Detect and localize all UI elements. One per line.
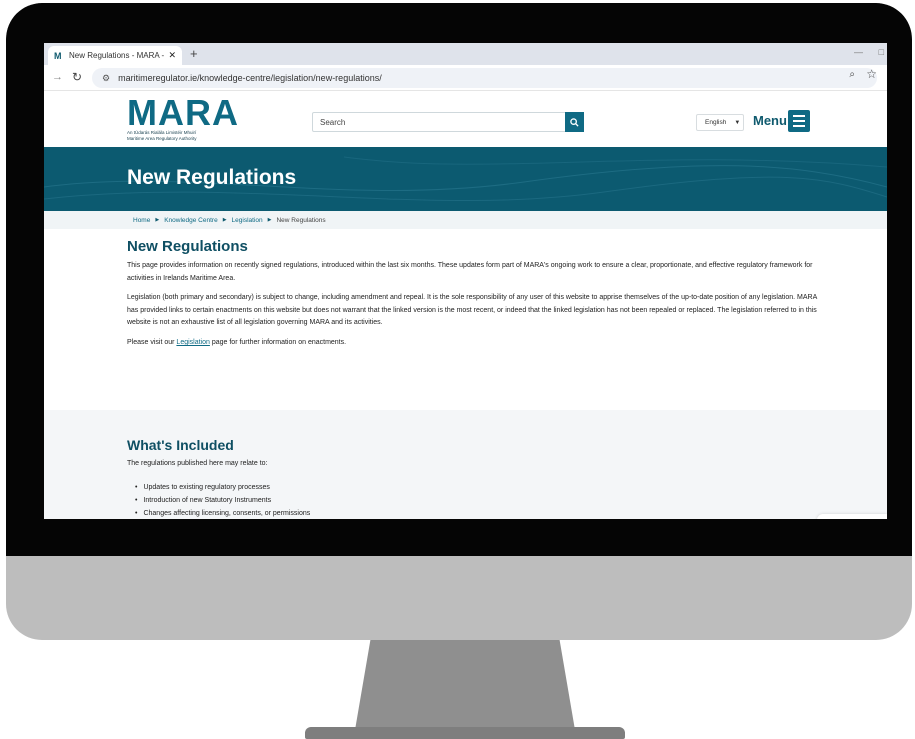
hamburger-icon-bar [793, 115, 805, 117]
search-icon [570, 117, 579, 127]
chevron-right-icon: ▶ [267, 217, 272, 223]
intro-paragraph: This page provides information on recent… [127, 262, 813, 282]
hamburger-icon-bar [793, 125, 805, 127]
logo-wordmark: MARA [127, 92, 239, 133]
mara-logo[interactable]: MARA An tÚdarás Rialála Limistéir Mhuirí… [127, 92, 239, 142]
search-input[interactable] [313, 117, 565, 127]
site-info-icon[interactable]: ⚙ [102, 73, 110, 84]
para3-after: page for further information on enactmen… [209, 338, 347, 346]
url-text: maritimeregulator.ie/knowledge-centre/le… [118, 73, 382, 83]
breadcrumb: Home ▶ Knowledge Centre ▶ Legislation ▶ … [44, 211, 887, 229]
breadcrumb-knowledge-centre[interactable]: Knowledge Centre [164, 217, 217, 224]
browser-tab[interactable]: M New Regulations - MARA - Ma ✕ [48, 46, 182, 65]
breadcrumb-home[interactable]: Home [133, 217, 150, 224]
monitor-stand-neck [355, 640, 575, 730]
disclaimer-paragraph: Legislation (both primary and secondary)… [127, 294, 817, 327]
hero-banner: New Regulations [44, 147, 887, 211]
browser-toolbar: → ↻ ⚙ maritimeregulator.ie/knowledge-cen… [44, 65, 887, 91]
forward-icon[interactable]: → [52, 71, 63, 83]
legislation-link-paragraph: Please visit our Legislation page for fu… [127, 337, 817, 350]
chevron-right-icon: ▶ [222, 217, 227, 223]
search-box [312, 112, 584, 132]
list-item: Introduction of new Statutory Instrument… [135, 494, 310, 507]
logo-english-name: Maritime Area Regulatory Authority [127, 136, 197, 141]
monitor-body: M New Regulations - MARA - Ma ✕ + — □ → … [6, 3, 912, 640]
search-button[interactable] [565, 112, 584, 132]
tab-title: New Regulations - MARA - Ma [69, 51, 165, 60]
main-content: New Regulations This page provides infor… [127, 238, 817, 357]
zoom-icon[interactable]: ⌕ [849, 69, 855, 80]
mara-favicon-icon: M [54, 50, 62, 61]
whats-included-intro: The regulations published here may relat… [127, 460, 268, 467]
breadcrumb-current: New Regulations [276, 216, 326, 224]
browser-tab-bar: M New Regulations - MARA - Ma ✕ + — □ [44, 43, 887, 65]
whats-included-section: What's Included The regulations publishe… [44, 410, 887, 519]
menu-button[interactable] [788, 110, 810, 132]
list-item: Updates to existing regulatory processes [135, 481, 310, 494]
minimize-icon[interactable]: — [854, 47, 863, 57]
web-page: MARA An tÚdarás Rialála Limistéir Mhuirí… [44, 92, 887, 519]
window-edge-icon: □ [878, 47, 884, 57]
floating-widget[interactable] [817, 514, 887, 519]
chevron-down-icon: ▼ [734, 119, 741, 126]
monitor-stand-foot [305, 727, 625, 739]
language-value: English [705, 119, 727, 126]
legislation-link[interactable]: Legislation [176, 339, 209, 346]
close-tab-icon[interactable]: ✕ [168, 50, 176, 61]
included-list: Updates to existing regulatory processes… [135, 481, 310, 519]
menu-label[interactable]: Menu [753, 113, 787, 128]
monitor-bezel: M New Regulations - MARA - Ma ✕ + — □ → … [6, 3, 912, 556]
monitor-screen: M New Regulations - MARA - Ma ✕ + — □ → … [44, 43, 887, 519]
whats-included-heading: What's Included [127, 437, 234, 453]
breadcrumb-legislation[interactable]: Legislation [232, 217, 263, 224]
page-title: New Regulations [127, 166, 297, 189]
hamburger-icon-bar [793, 120, 805, 122]
para3-before: Please visit our [127, 338, 177, 346]
chevron-right-icon: ▶ [155, 217, 160, 223]
bookmark-star-icon[interactable]: ☆ [866, 67, 877, 81]
list-item: Changes affecting licensing, consents, o… [135, 507, 310, 519]
site-header: MARA An tÚdarás Rialála Limistéir Mhuirí… [44, 92, 887, 147]
new-tab-button[interactable]: + [190, 46, 198, 62]
language-select[interactable]: English ▼ [696, 114, 744, 131]
address-bar[interactable]: ⚙ maritimeregulator.ie/knowledge-centre/… [92, 68, 877, 88]
reload-icon[interactable]: ↻ [72, 70, 82, 84]
section-heading: New Regulations [127, 238, 248, 255]
